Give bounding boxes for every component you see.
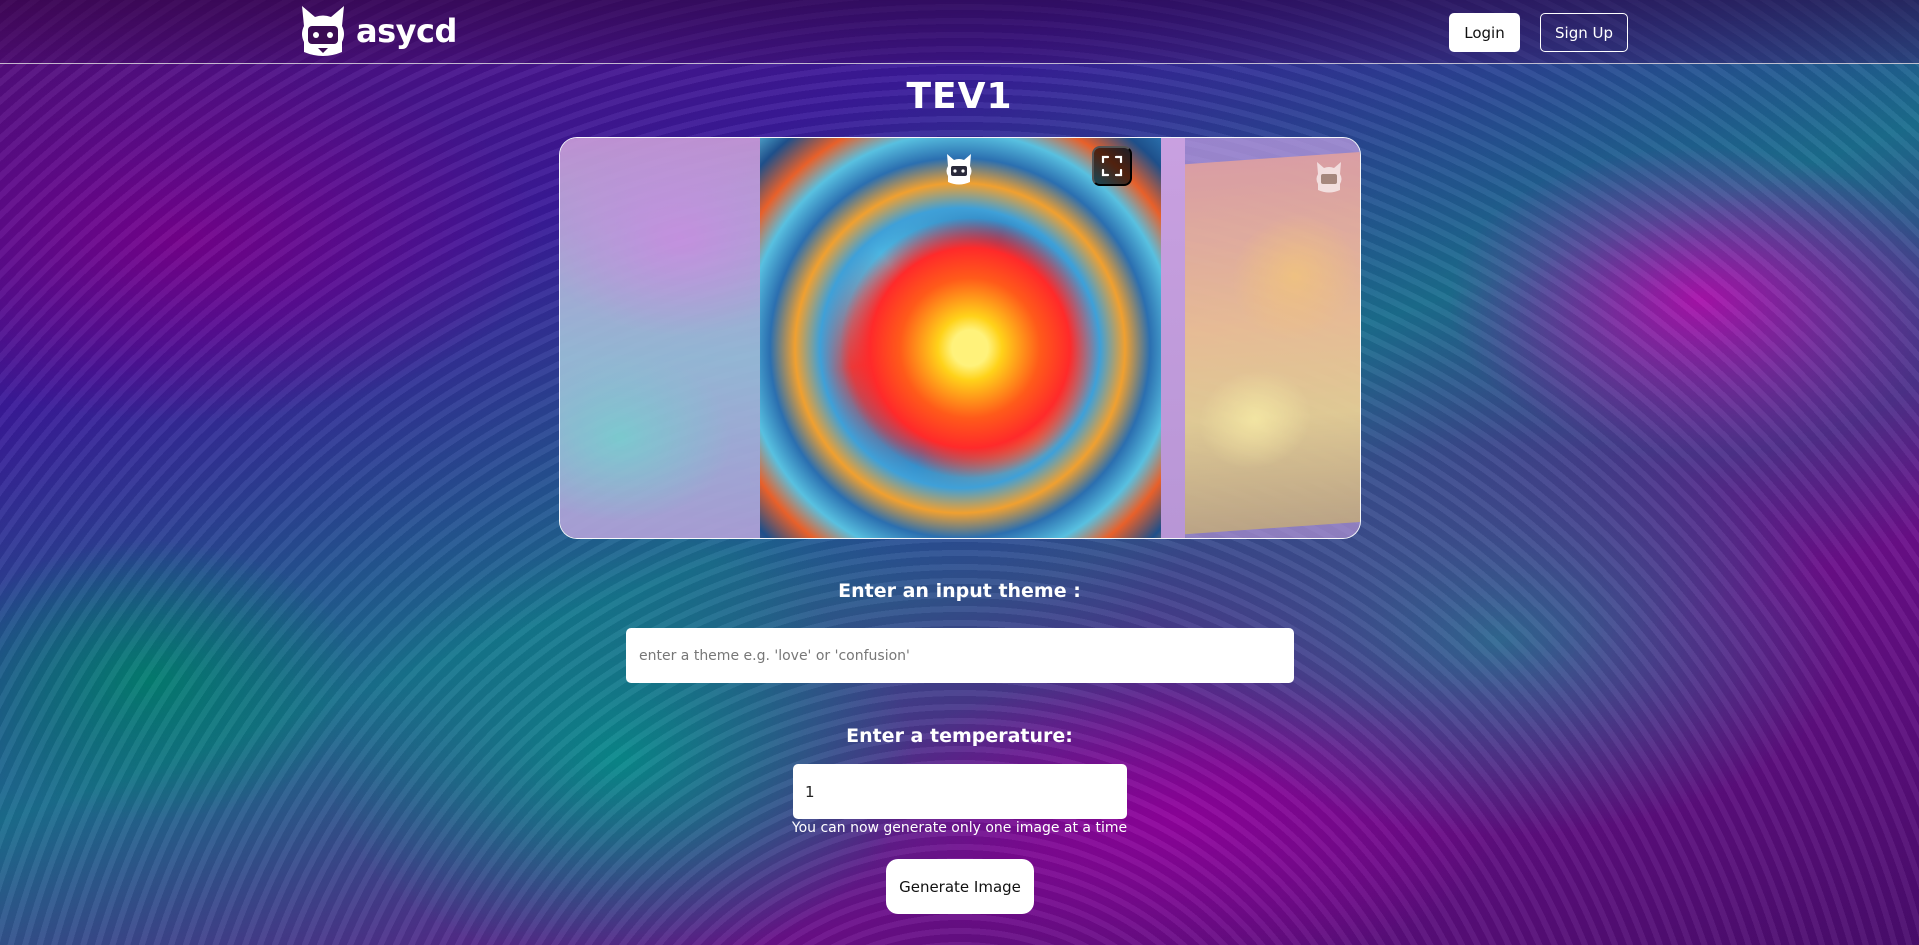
- cat-logo-watermark-icon: [1316, 162, 1342, 193]
- theme-label: Enter an input theme :: [838, 580, 1081, 602]
- top-navbar: asycd Login Sign Up: [0, 0, 1919, 64]
- login-button[interactable]: Login: [1449, 13, 1520, 52]
- carousel-slide-current[interactable]: [760, 138, 1161, 538]
- carousel-gap: [1161, 138, 1185, 538]
- fullscreen-icon: [1101, 155, 1123, 177]
- brand-name: asycd: [356, 12, 457, 50]
- fullscreen-button[interactable]: [1092, 146, 1132, 186]
- temperature-label: Enter a temperature:: [846, 725, 1073, 747]
- carousel-slide-previous[interactable]: [560, 138, 760, 538]
- page-title: TEV1: [906, 76, 1013, 117]
- brand-link[interactable]: asycd: [298, 4, 457, 58]
- signup-button[interactable]: Sign Up: [1540, 13, 1628, 52]
- generation-hint: You can now generate only one image at a…: [791, 820, 1128, 836]
- carousel-slide-next[interactable]: [1185, 151, 1360, 535]
- temperature-input[interactable]: [793, 764, 1127, 819]
- cat-logo-icon: [302, 6, 344, 56]
- image-carousel[interactable]: [559, 137, 1361, 539]
- generate-image-button[interactable]: Generate Image: [886, 859, 1034, 914]
- theme-input[interactable]: [626, 628, 1294, 683]
- cat-logo-watermark-icon: [946, 154, 972, 185]
